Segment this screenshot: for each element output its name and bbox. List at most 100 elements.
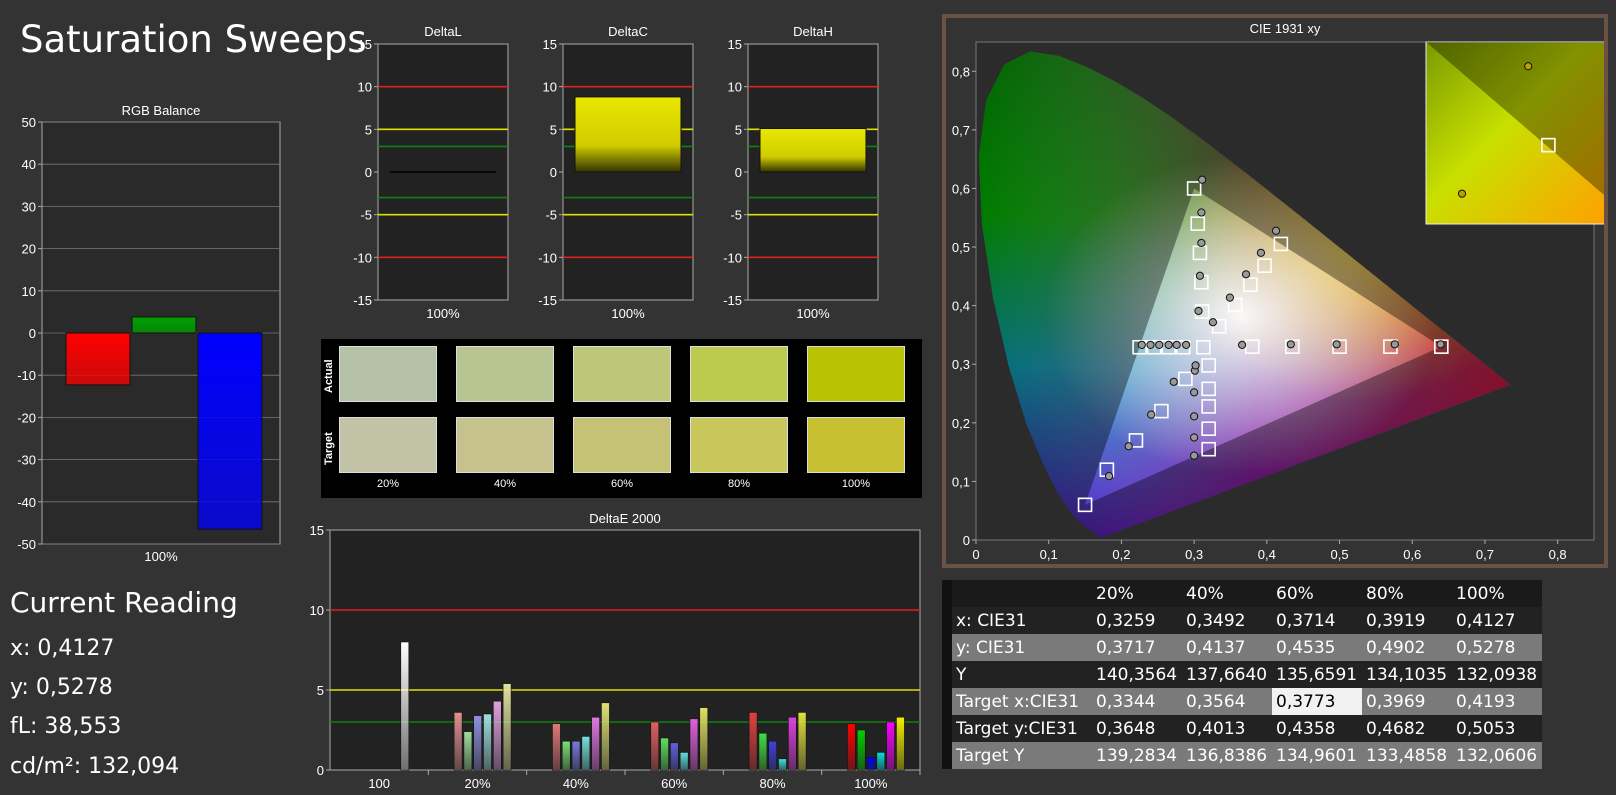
x-tick-label: 60% (661, 776, 687, 791)
table-cell-selected[interactable]: 0,3773 (1272, 688, 1362, 715)
table-cell[interactable]: 0,4535 (1272, 634, 1362, 661)
table-row: Target x:CIE31 0,3344 0,3564 0,3773 0,3969 0,… (942, 688, 1542, 715)
table-cell[interactable]: 134,9601 (1272, 742, 1362, 769)
table-cell[interactable]: 0,3259 (1092, 607, 1182, 634)
table-row: Y 140,3564 137,6640 135,6591 134,1035 132,093… (942, 661, 1542, 688)
measured-marker (1194, 306, 1203, 316)
delta-e-bar (453, 712, 463, 771)
table-cell[interactable]: 0,3714 (1272, 607, 1362, 634)
table-cell[interactable]: 134,1035 (1362, 661, 1452, 688)
chart-title: CIE 1931 xy (1250, 21, 1321, 36)
chart-title: DeltaL (424, 24, 462, 39)
y-tick-label: 5 (365, 122, 372, 137)
delta-e-bar (866, 756, 876, 771)
row-marker (942, 661, 952, 688)
table-cell[interactable]: 0,3717 (1092, 634, 1182, 661)
y-tick-label: 15 (543, 37, 557, 52)
table-cell[interactable]: 0,5278 (1452, 634, 1542, 661)
measured-marker (1241, 270, 1251, 279)
table-cell[interactable]: 0,4127 (1452, 607, 1542, 634)
rgb-balance-chart: RGB Balance 50 40 30 20 10 0 -10 -20 -30 -40 -50 100… (17, 103, 281, 564)
swatch-actual (807, 346, 905, 402)
y-tick-label: -5 (730, 208, 742, 223)
x-tick-label: 100 (368, 776, 390, 791)
swatch-label: 80% (727, 478, 751, 490)
table-cell[interactable]: 0,4682 (1362, 715, 1452, 742)
y-tick-label: 20 (22, 242, 36, 257)
measured-marker (1104, 472, 1114, 481)
inset-measured-marker (1524, 62, 1533, 71)
row-label: Y (952, 661, 1092, 688)
table-cell[interactable]: 0,4902 (1362, 634, 1452, 661)
delta-e-bar (650, 721, 660, 771)
delta-e-bar (856, 729, 866, 771)
swatch-actual (573, 346, 671, 402)
delta-e-bar (660, 737, 669, 771)
table-cell[interactable]: 132,0938 (1452, 661, 1542, 688)
swatch-label: 20% (376, 478, 400, 490)
table-cell[interactable]: 0,4137 (1182, 634, 1272, 661)
table-cell[interactable]: 140,3564 (1092, 661, 1182, 688)
row-marker (942, 607, 952, 634)
delta-e-bar (689, 718, 699, 771)
inset-measured-marker (1457, 189, 1467, 198)
y-tick-label: 15 (310, 523, 324, 538)
table-cell[interactable]: 0,3919 (1362, 607, 1452, 634)
chart-title: DeltaE 2000 (589, 511, 661, 526)
x-tick-label: 0,2 (1112, 547, 1130, 562)
table-cell[interactable]: 139,2834 (1092, 742, 1182, 769)
swatch-target (807, 417, 905, 473)
table-cell[interactable]: 0,3564 (1182, 688, 1272, 715)
table-cell[interactable]: 0,3344 (1092, 688, 1182, 715)
measured-marker (1137, 340, 1146, 350)
delta-e-bar (778, 758, 787, 771)
row-marker (942, 634, 952, 661)
table-cell[interactable]: 0,5053 (1452, 715, 1542, 742)
table-cell[interactable]: 132,0606 (1452, 742, 1542, 769)
table-cell[interactable]: 0,3648 (1092, 715, 1182, 742)
row-label: Target Y (952, 742, 1092, 769)
y-tick-label: 0 (29, 326, 36, 341)
y-tick-label: 15 (728, 37, 742, 52)
measured-marker (1190, 388, 1199, 397)
column-header: 20% (1092, 580, 1182, 607)
x-tick-label: 0,5 (1330, 547, 1348, 562)
y-tick-label: 0 (550, 165, 557, 180)
y-tick-label: 0,2 (952, 416, 970, 431)
measured-marker (1169, 377, 1178, 386)
column-header: 40% (1182, 580, 1272, 607)
delta-e-bar (670, 742, 679, 771)
measured-marker (1436, 340, 1445, 349)
swatch-target (339, 417, 437, 473)
table-cell[interactable]: 137,6640 (1182, 661, 1272, 688)
row-marker (942, 715, 952, 742)
swatch-label: 60% (610, 478, 634, 490)
delta-e-bar (581, 736, 591, 771)
x-tick-label: 0,1 (1040, 547, 1058, 562)
chart-title: RGB Balance (122, 103, 201, 118)
rgb-bar-red (65, 332, 131, 386)
row-label: x: CIE31 (952, 607, 1092, 634)
column-header: 60% (1272, 580, 1362, 607)
table-cell[interactable]: 0,3969 (1362, 688, 1452, 715)
table-row: x: CIE31 0,3259 0,3492 0,3714 0,3919 0,4127 (942, 607, 1542, 634)
measured-marker (1271, 226, 1281, 235)
table-cell[interactable]: 136,8386 (1182, 742, 1272, 769)
table-cell[interactable]: 135,6591 (1272, 661, 1362, 688)
delta-h-chart: DeltaH 15 10 5 0 -5 -10 -15 100% (723, 24, 879, 321)
y-tick-label: 10 (310, 603, 324, 618)
row-label: y: CIE31 (952, 634, 1092, 661)
table-cell[interactable]: 133,4858 (1362, 742, 1452, 769)
delta-e-bar (463, 731, 473, 771)
delta-e-bar (400, 641, 410, 771)
table-cell[interactable]: 0,3492 (1182, 607, 1272, 634)
table-cell[interactable]: 0,4013 (1182, 715, 1272, 742)
x-tick-label: 20% (464, 776, 490, 791)
delta-e-bar (571, 740, 581, 771)
table-cell[interactable]: 0,4358 (1272, 715, 1362, 742)
y-tick-label: -40 (17, 495, 36, 510)
y-tick-label: -15 (538, 293, 557, 308)
measured-marker (1286, 340, 1295, 349)
table-cell[interactable]: 0,4193 (1452, 688, 1542, 715)
swatch-target (456, 417, 554, 473)
